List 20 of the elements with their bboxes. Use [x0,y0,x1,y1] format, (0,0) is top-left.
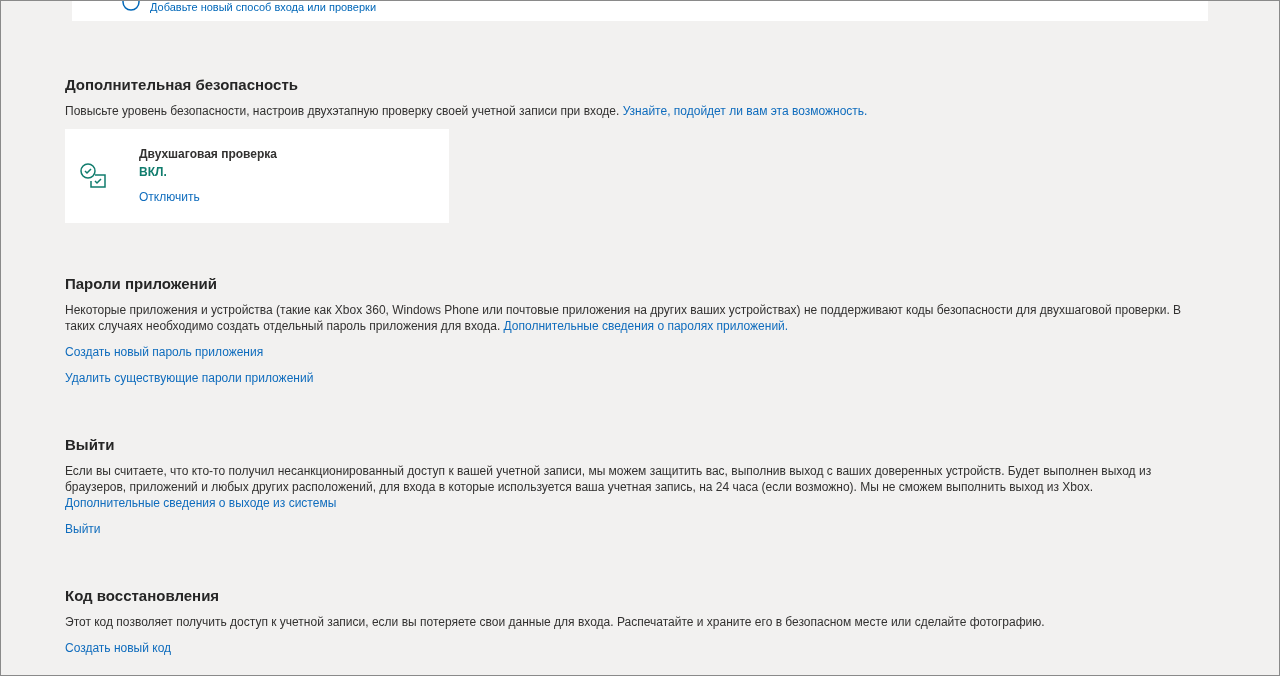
section-title: Код восстановления [65,587,220,604]
add-method-link[interactable]: Добавьте новый способ входа или проверки [150,1,377,13]
section-description: Если вы считаете, что кто-то получил несанкционированный доступ к вашей учетной записи, мы можем защитить вас, выполнив выход с ваших доверенных устройств. Будет выполнен выход из браузеров, приложений и любых других расположений, для входа в которые используется ваша учетная запись, на 24 часа (если возможно). Мы не сможем выполнить выход из Xbox. Дополнительные сведения о выходе из системы [65,463,1153,511]
section-title: Дополнительная безопасность [65,76,298,93]
action-link[interactable]: Создать новый код [65,640,172,656]
section-title: Выйти [65,436,115,453]
check-pair-icon [79,162,107,190]
section-description: Этот код позволяет получить доступ к учетной записи, если вы потеряете свои данные для входа. Распечатайте и храните его в безопасном месте или сделайте фотографию. [65,614,1045,630]
card-title: Двухшаговая проверка [139,147,277,161]
disable-link[interactable]: Отключить [139,189,277,205]
section-description: Повысьте уровень безопасности, настроив двухэтапную проверку своей учетной записи при входе. Узнайте, подойдет ли вам эта возможность. [65,103,868,119]
section-title: Пароли приложений [65,275,217,292]
info-link[interactable]: Дополнительные сведения о паролях приложений. [503,319,789,333]
action-link[interactable]: Создать новый пароль приложения [65,344,264,360]
info-link[interactable]: Дополнительные сведения о выходе из системы [65,496,337,510]
status-label: ВКЛ. [139,165,168,179]
info-link[interactable]: Узнайте, подойдет ли вам эта возможность. [622,104,868,118]
action-link[interactable]: Выйти [65,521,101,537]
section-description: Некоторые приложения и устройства (такие как Xbox 360, Windows Phone или почтовые приложения на других ваших устройствах) не поддерживают коды безопасности для двухшаговой проверки. В таких случаях необходимо создать отдельный пароль приложения для входа. Дополнительные сведения о паролях приложений. [65,302,1183,334]
action-link[interactable]: Удалить существующие пароли приложений [65,370,314,386]
